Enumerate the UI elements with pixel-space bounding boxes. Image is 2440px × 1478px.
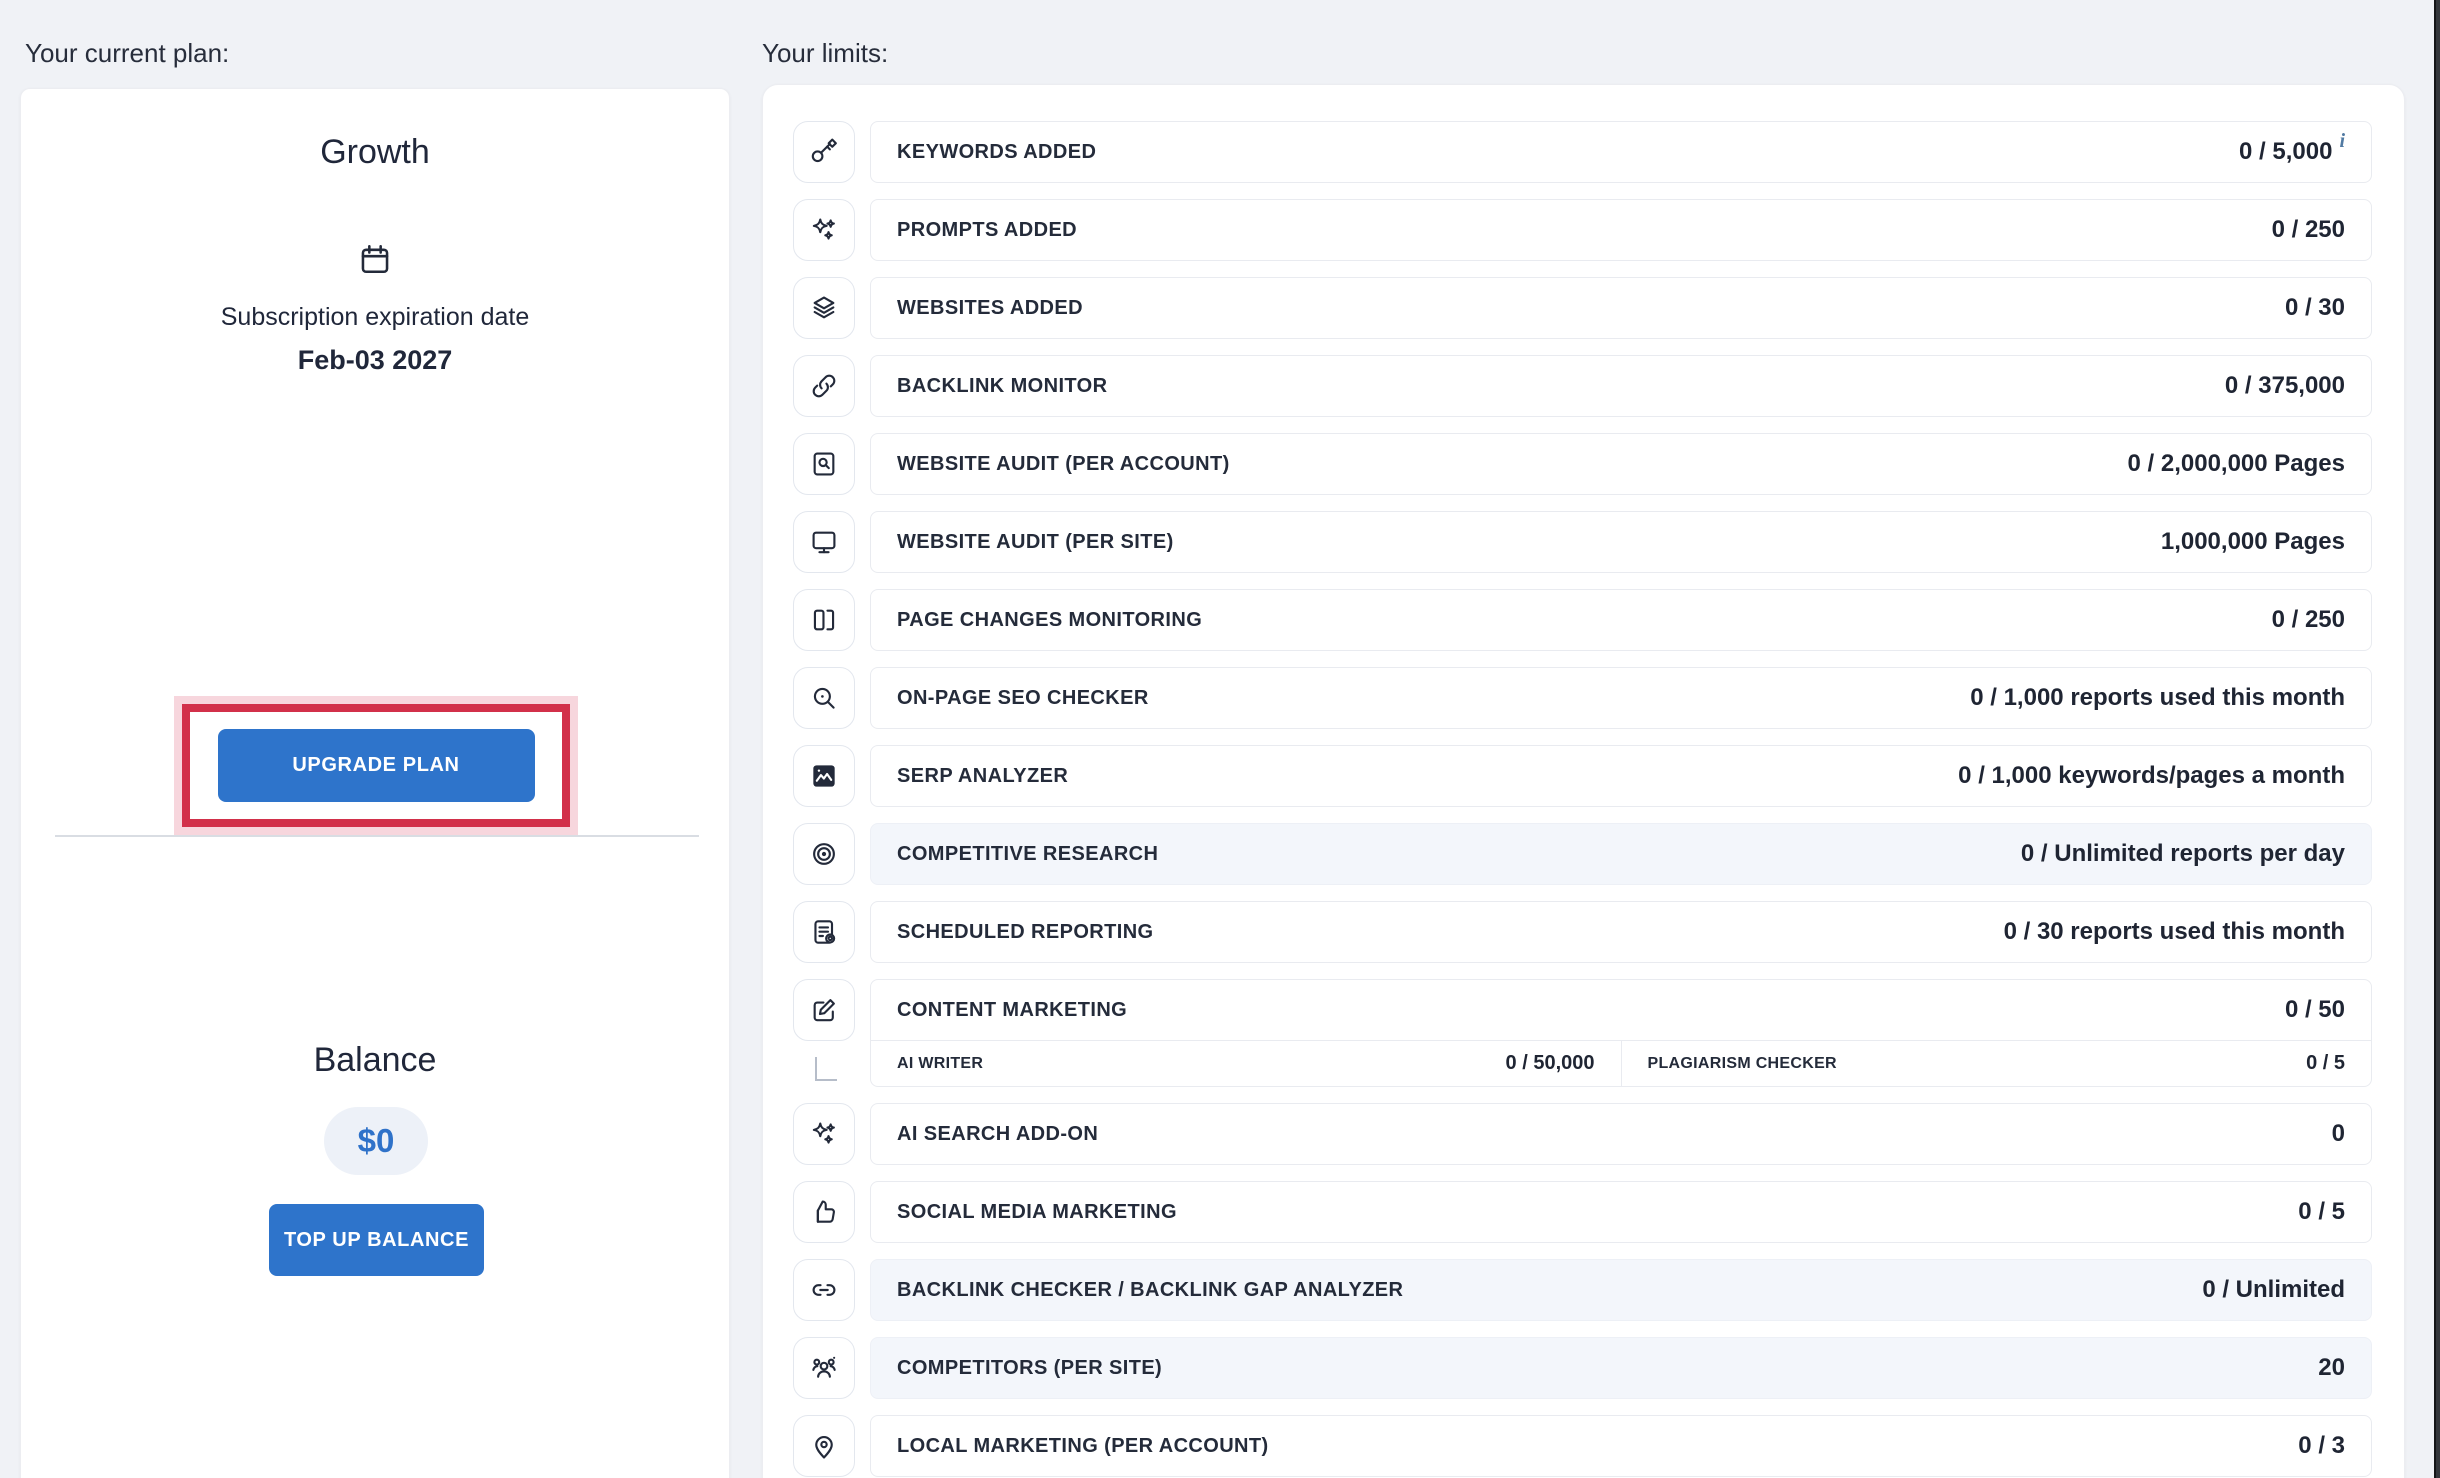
sub-limit-label: PLAGIARISM CHECKER: [1648, 1055, 1837, 1073]
sub-limit-label: AI WRITER: [897, 1055, 983, 1073]
balance-pill: $0: [324, 1107, 428, 1175]
link-icon: [793, 355, 855, 417]
limit-label: WEBSITES ADDED: [897, 297, 1083, 320]
edit-icon: [793, 979, 855, 1041]
limit-value: 0 / 50: [2285, 996, 2345, 1024]
zoom-icon: [793, 667, 855, 729]
layers-icon: [793, 277, 855, 339]
window-edge: [2434, 0, 2440, 1478]
limit-row-ai-search-addon: AI SEARCH ADD-ON 0: [793, 1103, 2372, 1165]
limit-label: COMPETITORS (PER SITE): [897, 1357, 1162, 1380]
limit-label: BACKLINK MONITOR: [897, 375, 1107, 398]
limit-value: 0 / 30 reports used this month: [2004, 918, 2345, 946]
limit-label: WEBSITE AUDIT (PER ACCOUNT): [897, 453, 1230, 476]
limit-row-website-audit-site: WEBSITE AUDIT (PER SITE) 1,000,000 Pages: [793, 511, 2372, 573]
limit-value: 0 / 5: [2298, 1198, 2345, 1226]
balance-title: Balance: [21, 1041, 729, 1080]
limit-label: CONTENT MARKETING: [897, 999, 1127, 1022]
key-icon: [793, 121, 855, 183]
limit-label: PAGE CHANGES MONITORING: [897, 609, 1202, 632]
limit-value: 0 / 3: [2298, 1432, 2345, 1460]
limit-row-content-marketing: CONTENT MARKETING 0 / 50 AI WRITER 0 / 5…: [793, 979, 2372, 1087]
sub-limit-plagiarism-checker: PLAGIARISM CHECKER 0 / 5: [1621, 1041, 2372, 1086]
limit-row-website-audit-account: WEBSITE AUDIT (PER ACCOUNT) 0 / 2,000,00…: [793, 433, 2372, 495]
limit-label: ON-PAGE SEO CHECKER: [897, 687, 1149, 710]
limit-row-prompts-added: PROMPTS ADDED 0 / 250: [793, 199, 2372, 261]
calendar-icon: [21, 242, 729, 281]
content-marketing-block: CONTENT MARKETING 0 / 50 AI WRITER 0 / 5…: [870, 979, 2372, 1087]
upgrade-plan-button[interactable]: UPGRADE PLAN: [218, 729, 535, 802]
sub-limit-ai-writer: AI WRITER 0 / 50,000: [871, 1041, 1621, 1086]
limit-value: 0 / 1,000 reports used this month: [1970, 684, 2345, 712]
limit-label: BACKLINK CHECKER / BACKLINK GAP ANALYZER: [897, 1279, 1403, 1302]
limit-label: SOCIAL MEDIA MARKETING: [897, 1201, 1177, 1224]
plan-name: Growth: [21, 133, 729, 172]
limit-label: SCHEDULED REPORTING: [897, 921, 1154, 944]
limit-label: KEYWORDS ADDED: [897, 141, 1096, 164]
limit-label: AI SEARCH ADD-ON: [897, 1123, 1098, 1146]
chain-icon: [793, 1259, 855, 1321]
limit-value: 20: [2318, 1354, 2345, 1382]
thumbs-up-icon: [793, 1181, 855, 1243]
limit-value: 1,000,000 Pages: [2161, 528, 2345, 556]
limit-row-backlink-monitor: BACKLINK MONITOR 0 / 375,000: [793, 355, 2372, 417]
current-plan-card: Growth Subscription expiration date Feb-…: [20, 88, 730, 1478]
limit-row-scheduled-reporting: SCHEDULED REPORTING 0 / 30 reports used …: [793, 901, 2372, 963]
serp-chart-icon: [793, 745, 855, 807]
sub-limit-value: 0 / 50,000: [1506, 1052, 1595, 1075]
limit-row-websites-added: WEBSITES ADDED 0 / 30: [793, 277, 2372, 339]
info-icon[interactable]: i: [2339, 130, 2345, 153]
limit-value: 0 / 250: [2272, 606, 2345, 634]
expiration-label: Subscription expiration date: [21, 303, 729, 332]
limit-value: 0 / 375,000: [2225, 372, 2345, 400]
limit-label: PROMPTS ADDED: [897, 219, 1077, 242]
limit-row-competitors: COMPETITORS (PER SITE) 20: [793, 1337, 2372, 1399]
monitor-icon: [793, 511, 855, 573]
your-limits-title: Your limits:: [762, 38, 888, 69]
limit-value: 0 / 1,000 keywords/pages a month: [1958, 762, 2345, 790]
limit-row-competitive-research: COMPETITIVE RESEARCH 0 / Unlimited repor…: [793, 823, 2372, 885]
expiration-date: Feb-03 2027: [21, 345, 729, 376]
sub-limit-value: 0 / 5: [2306, 1052, 2345, 1075]
limit-row-keywords-added: KEYWORDS ADDED 0 / 5,000 i: [793, 121, 2372, 183]
divider: [55, 835, 699, 837]
limit-row-page-changes: PAGE CHANGES MONITORING 0 / 250: [793, 589, 2372, 651]
users-icon: [793, 1337, 855, 1399]
limit-row-local-marketing: LOCAL MARKETING (PER ACCOUNT) 0 / 3: [793, 1415, 2372, 1477]
page-compare-icon: [793, 589, 855, 651]
limit-row-serp-analyzer: SERP ANALYZER 0 / 1,000 keywords/pages a…: [793, 745, 2372, 807]
current-plan-title: Your current plan:: [25, 38, 229, 69]
limit-row-social-media: SOCIAL MEDIA MARKETING 0 / 5: [793, 1181, 2372, 1243]
top-up-balance-button[interactable]: TOP UP BALANCE: [269, 1204, 484, 1276]
limit-value: 0 / Unlimited: [2202, 1276, 2345, 1304]
limit-label: WEBSITE AUDIT (PER SITE): [897, 531, 1174, 554]
report-doc-icon: [793, 901, 855, 963]
limit-value: 0: [2332, 1120, 2345, 1148]
limit-row-backlink-checker: BACKLINK CHECKER / BACKLINK GAP ANALYZER…: [793, 1259, 2372, 1321]
limit-value: 0 / 30: [2285, 294, 2345, 322]
limit-label: COMPETITIVE RESEARCH: [897, 843, 1158, 866]
l-connector-icon: [815, 1057, 837, 1081]
map-pin-icon: [793, 1415, 855, 1477]
balance-amount: $0: [358, 1122, 395, 1160]
target-icon: [793, 823, 855, 885]
annotation-red-frame: UPGRADE PLAN: [182, 704, 570, 827]
limit-row-onpage-seo: ON-PAGE SEO CHECKER 0 / 1,000 reports us…: [793, 667, 2372, 729]
limit-value: 0 / 250: [2272, 216, 2345, 244]
sparkles-icon: [793, 199, 855, 261]
doc-search-icon: [793, 433, 855, 495]
limit-value: 0 / 5,000: [2239, 138, 2332, 166]
limit-value: 0 / Unlimited reports per day: [2021, 840, 2345, 868]
sparkles-icon: [793, 1103, 855, 1165]
limit-value: 0 / 2,000,000 Pages: [2128, 450, 2346, 478]
limits-panel: KEYWORDS ADDED 0 / 5,000 i PROMPTS ADDED…: [762, 84, 2405, 1478]
upgrade-highlight-annotation: UPGRADE PLAN: [174, 696, 578, 835]
limit-label: LOCAL MARKETING (PER ACCOUNT): [897, 1435, 1269, 1458]
limit-label: SERP ANALYZER: [897, 765, 1068, 788]
